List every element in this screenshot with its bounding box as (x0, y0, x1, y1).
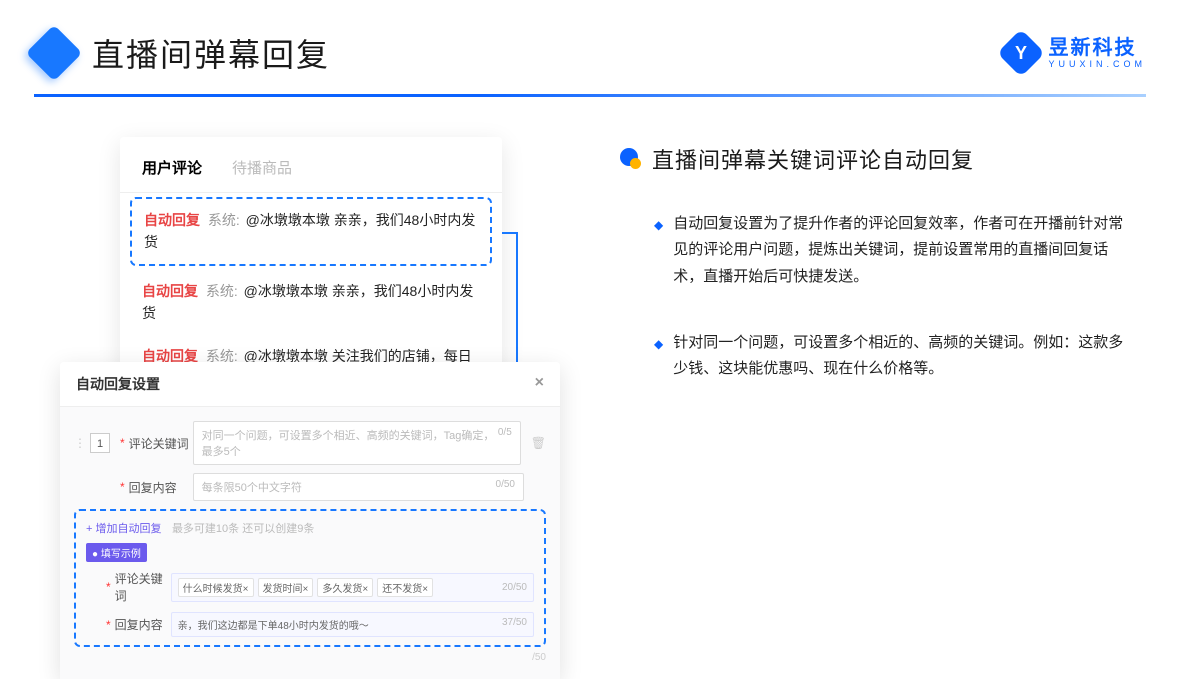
tab-pending-products[interactable]: 待播商品 (232, 157, 292, 178)
brand-name: 昱新科技 (1048, 37, 1146, 59)
diamond-bullet-icon: ◆ (654, 334, 663, 383)
add-hint: 最多可建10条 还可以创建9条 (172, 523, 314, 535)
required-mark: * (120, 480, 125, 494)
system-label: 系统: (206, 283, 238, 299)
bullet-item: ◆ 针对同一个问题，可设置多个相近的、高频的关键词。例如：这款多少钱、这块能优惠… (620, 330, 1150, 383)
delete-icon[interactable]: 🗑 (531, 436, 546, 450)
section-title: 直播间弹幕关键词评论自动回复 (652, 143, 974, 175)
cube-icon (26, 25, 83, 82)
keyword-input[interactable]: 对同一个问题，可设置多个相近、高频的关键词，Tag确定，最多5个 0/5 (193, 421, 521, 465)
comment-tabs: 用户评论 待播商品 (120, 157, 502, 193)
brand-mark-icon: Y (997, 29, 1045, 77)
description-panel: 直播间弹幕关键词评论自动回复 ◆ 自动回复设置为了提升作者的评论回复效率，作者可… (620, 137, 1150, 657)
drag-handle-icon[interactable]: ⋮⋮ (74, 436, 86, 450)
row-index: 1 (90, 433, 110, 453)
bullet-item: ◆ 自动回复设置为了提升作者的评论回复效率，作者可在开播前针对常见的评论用户问题… (620, 211, 1150, 290)
example-badge: ● 填写示例 (86, 543, 147, 562)
example-keyword-tags[interactable]: 什么时候发货× 发货时间× 多久发货× 还不发货× 20/50 (171, 573, 534, 602)
reply-input[interactable]: 每条限50个中文字符 0/50 (193, 473, 524, 501)
tag[interactable]: 多久发货× (317, 578, 373, 597)
diamond-bullet-icon: ◆ (654, 215, 663, 290)
chat-bubble-icon (620, 148, 642, 170)
bullet-text: 针对同一个问题，可设置多个相近的、高频的关键词。例如：这款多少钱、这块能优惠吗、… (673, 330, 1130, 383)
brand-url: YUUXIN.COM (1048, 59, 1146, 69)
example-box: + 增加自动回复 最多可建10条 还可以创建9条 ● 填写示例 * 评论关键词 … (74, 509, 546, 647)
tail-count: /50 (532, 652, 546, 663)
highlighted-comment: 自动回复 系统: @冰墩墩本墩 亲亲，我们48小时内发货 (130, 197, 492, 266)
required-mark: * (106, 618, 111, 632)
modal-title: 自动回复设置 (76, 374, 160, 394)
add-auto-reply-link[interactable]: + 增加自动回复 (86, 523, 161, 535)
illustration-panel: 用户评论 待播商品 自动回复 系统: @冰墩墩本墩 亲亲，我们48小时内发货 自… (60, 137, 580, 637)
reply-row: * 回复内容 每条限50个中文字符 0/50 (74, 473, 546, 501)
auto-reply-badge: 自动回复 (144, 212, 200, 228)
close-icon[interactable]: × (535, 374, 544, 394)
page-title: 直播间弹幕回复 (92, 30, 330, 76)
brand-logo: Y 昱新科技 YUUXIN.COM (1004, 36, 1146, 70)
reply-label: 回复内容 (129, 479, 193, 496)
required-mark: * (120, 436, 125, 450)
tag[interactable]: 什么时候发货× (178, 578, 254, 597)
auto-reply-settings-modal: 自动回复设置 × ⋮⋮ 1 * 评论关键词 对同一个问题，可设置多个相近、高频的… (60, 362, 560, 679)
comment-row: 自动回复 系统: @冰墩墩本墩 亲亲，我们48小时内发货 (120, 270, 502, 335)
tab-user-comments[interactable]: 用户评论 (142, 157, 202, 178)
example-keyword-label: 评论关键词 (115, 570, 171, 604)
page-header: 直播间弹幕回复 Y 昱新科技 YUUXIN.COM (0, 0, 1180, 94)
keyword-label: 评论关键词 (129, 435, 193, 452)
tag[interactable]: 发货时间× (258, 578, 314, 597)
keyword-row: ⋮⋮ 1 * 评论关键词 对同一个问题，可设置多个相近、高频的关键词，Tag确定… (74, 421, 546, 465)
tag[interactable]: 还不发货× (377, 578, 433, 597)
system-label: 系统: (208, 212, 240, 228)
example-reply-text[interactable]: 亲，我们这边都是下单48小时内发货的哦～ 37/50 (171, 612, 534, 637)
required-mark: * (106, 580, 111, 594)
example-reply-label: 回复内容 (115, 616, 171, 633)
bullet-text: 自动回复设置为了提升作者的评论回复效率，作者可在开播前针对常见的评论用户问题，提… (673, 211, 1130, 290)
auto-reply-badge: 自动回复 (142, 283, 198, 299)
